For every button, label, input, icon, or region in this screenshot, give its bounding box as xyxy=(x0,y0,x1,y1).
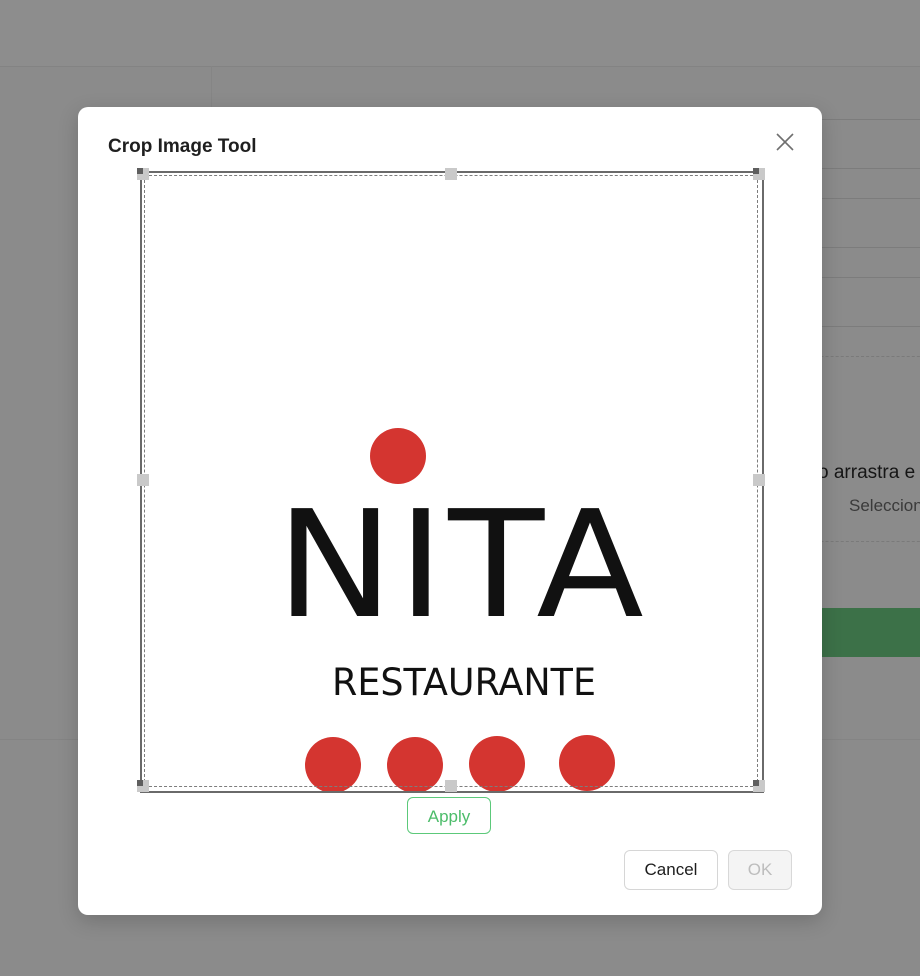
crop-canvas[interactable]: NITA RESTAURANTE xyxy=(137,168,765,793)
background-field-line xyxy=(822,168,920,169)
background-select-text: Seleccion xyxy=(849,496,920,515)
crop-handle-bottom-right[interactable] xyxy=(753,780,765,792)
dialog-title: Crop Image Tool xyxy=(108,136,257,157)
background-field-line xyxy=(822,198,920,199)
crop-selection-guide xyxy=(144,175,758,787)
crop-handle-right[interactable] xyxy=(753,474,765,486)
crop-handle-bottom-left[interactable] xyxy=(137,780,149,792)
close-button[interactable] xyxy=(774,131,796,153)
close-icon xyxy=(776,133,794,151)
background-field-line xyxy=(822,277,920,278)
crop-handle-top-left[interactable] xyxy=(137,168,149,180)
crop-handle-left[interactable] xyxy=(137,474,149,486)
ok-button[interactable]: OK xyxy=(728,850,792,890)
background-field-line xyxy=(822,326,920,327)
crop-image-dialog: Crop Image Tool NITA RESTAURANTE Apply C… xyxy=(78,107,822,915)
background-drag-text: o arrastra e xyxy=(818,462,916,483)
crop-handle-top[interactable] xyxy=(445,168,457,180)
apply-button[interactable]: Apply xyxy=(407,797,491,834)
cancel-button[interactable]: Cancel xyxy=(624,850,718,890)
crop-handle-top-right[interactable] xyxy=(753,168,765,180)
background-field-line xyxy=(822,247,920,248)
background-header xyxy=(0,0,920,67)
background-field-line xyxy=(822,119,920,120)
crop-handle-bottom[interactable] xyxy=(445,780,457,792)
